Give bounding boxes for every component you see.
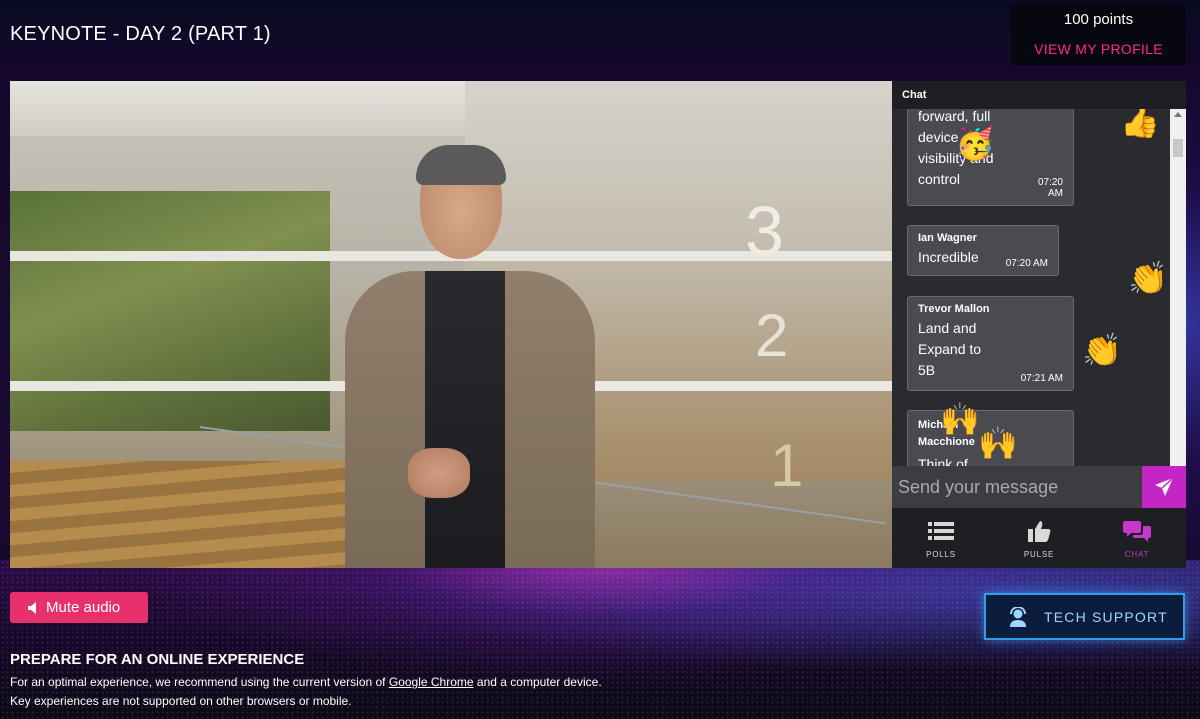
message-time: 07:20 AM — [1037, 177, 1063, 199]
video-player[interactable]: 3 2 1 — [10, 81, 892, 568]
tab-pulse[interactable]: PULSE — [990, 508, 1088, 568]
chat-message: Trevor Mallon Land and Expand to 5B 07:2… — [907, 296, 1074, 391]
chat-nav-tabs: POLLS PULSE CHAT — [892, 508, 1186, 568]
raising-hands-reaction-icon: 🙌 — [978, 425, 1018, 461]
view-profile-link[interactable]: VIEW MY PROFILE — [1011, 41, 1186, 57]
thumbs-up-icon — [1027, 518, 1051, 544]
room-number: 2 — [755, 302, 789, 369]
scroll-thumb[interactable] — [1173, 139, 1183, 157]
chat-input-row — [892, 466, 1186, 508]
message-author: Trevor Mallon — [918, 303, 990, 315]
send-icon — [1155, 477, 1174, 496]
google-chrome-link[interactable]: Google Chrome — [389, 675, 474, 689]
page-title: KEYNOTE - DAY 2 (PART 1) — [10, 23, 271, 45]
clapping-hands-reaction-icon: 👏 — [1082, 332, 1122, 368]
tech-support-button[interactable]: TECH SUPPORT — [984, 593, 1185, 640]
tech-support-label: TECH SUPPORT — [1044, 608, 1168, 625]
speaker-icon — [28, 601, 36, 614]
room-number: 1 — [770, 432, 804, 499]
scroll-up-arrow-icon[interactable] — [1174, 112, 1182, 117]
headset-icon — [1010, 606, 1026, 627]
chat-scrollbar[interactable] — [1170, 109, 1186, 466]
browser-support-note: Key experiences are not supported on oth… — [10, 694, 352, 708]
chat-message: Ian Wagner Incredible 07:20 AM — [907, 225, 1059, 276]
list-icon — [928, 518, 954, 544]
browser-recommendation: For an optimal experience, we recommend … — [10, 675, 602, 689]
message-time: 07:20 AM — [1005, 258, 1048, 269]
points-value: 100 points — [1063, 11, 1134, 28]
tab-polls[interactable]: POLLS — [892, 508, 990, 568]
tab-chat[interactable]: CHAT — [1088, 508, 1186, 568]
chat-panel: Chat forward, full device visibility and… — [892, 81, 1186, 568]
thumbs-up-reaction-icon: 👍 — [1120, 109, 1160, 139]
profile-box: 100 points VIEW MY PROFILE — [1011, 4, 1186, 65]
chat-message-list[interactable]: forward, full device visibility and cont… — [892, 109, 1170, 466]
clapping-hands-reaction-icon: 👏 — [1128, 260, 1168, 296]
chat-bubbles-icon — [1123, 518, 1151, 544]
message-author: Ian Wagner — [918, 232, 977, 244]
mute-audio-label: Mute audio — [46, 599, 121, 616]
mute-audio-button[interactable]: Mute audio — [10, 592, 148, 623]
send-message-button[interactable] — [1142, 466, 1186, 508]
prepare-heading: PREPARE FOR AN ONLINE EXPERIENCE — [10, 651, 305, 668]
chat-message-input[interactable] — [892, 466, 1142, 508]
partying-face-reaction-icon: 🥳 — [955, 125, 995, 161]
message-time: 07:21 AM — [1020, 373, 1063, 384]
room-number: 3 — [745, 192, 784, 270]
chat-header: Chat — [892, 81, 1186, 109]
raising-hands-reaction-icon: 🙌 — [940, 401, 980, 437]
